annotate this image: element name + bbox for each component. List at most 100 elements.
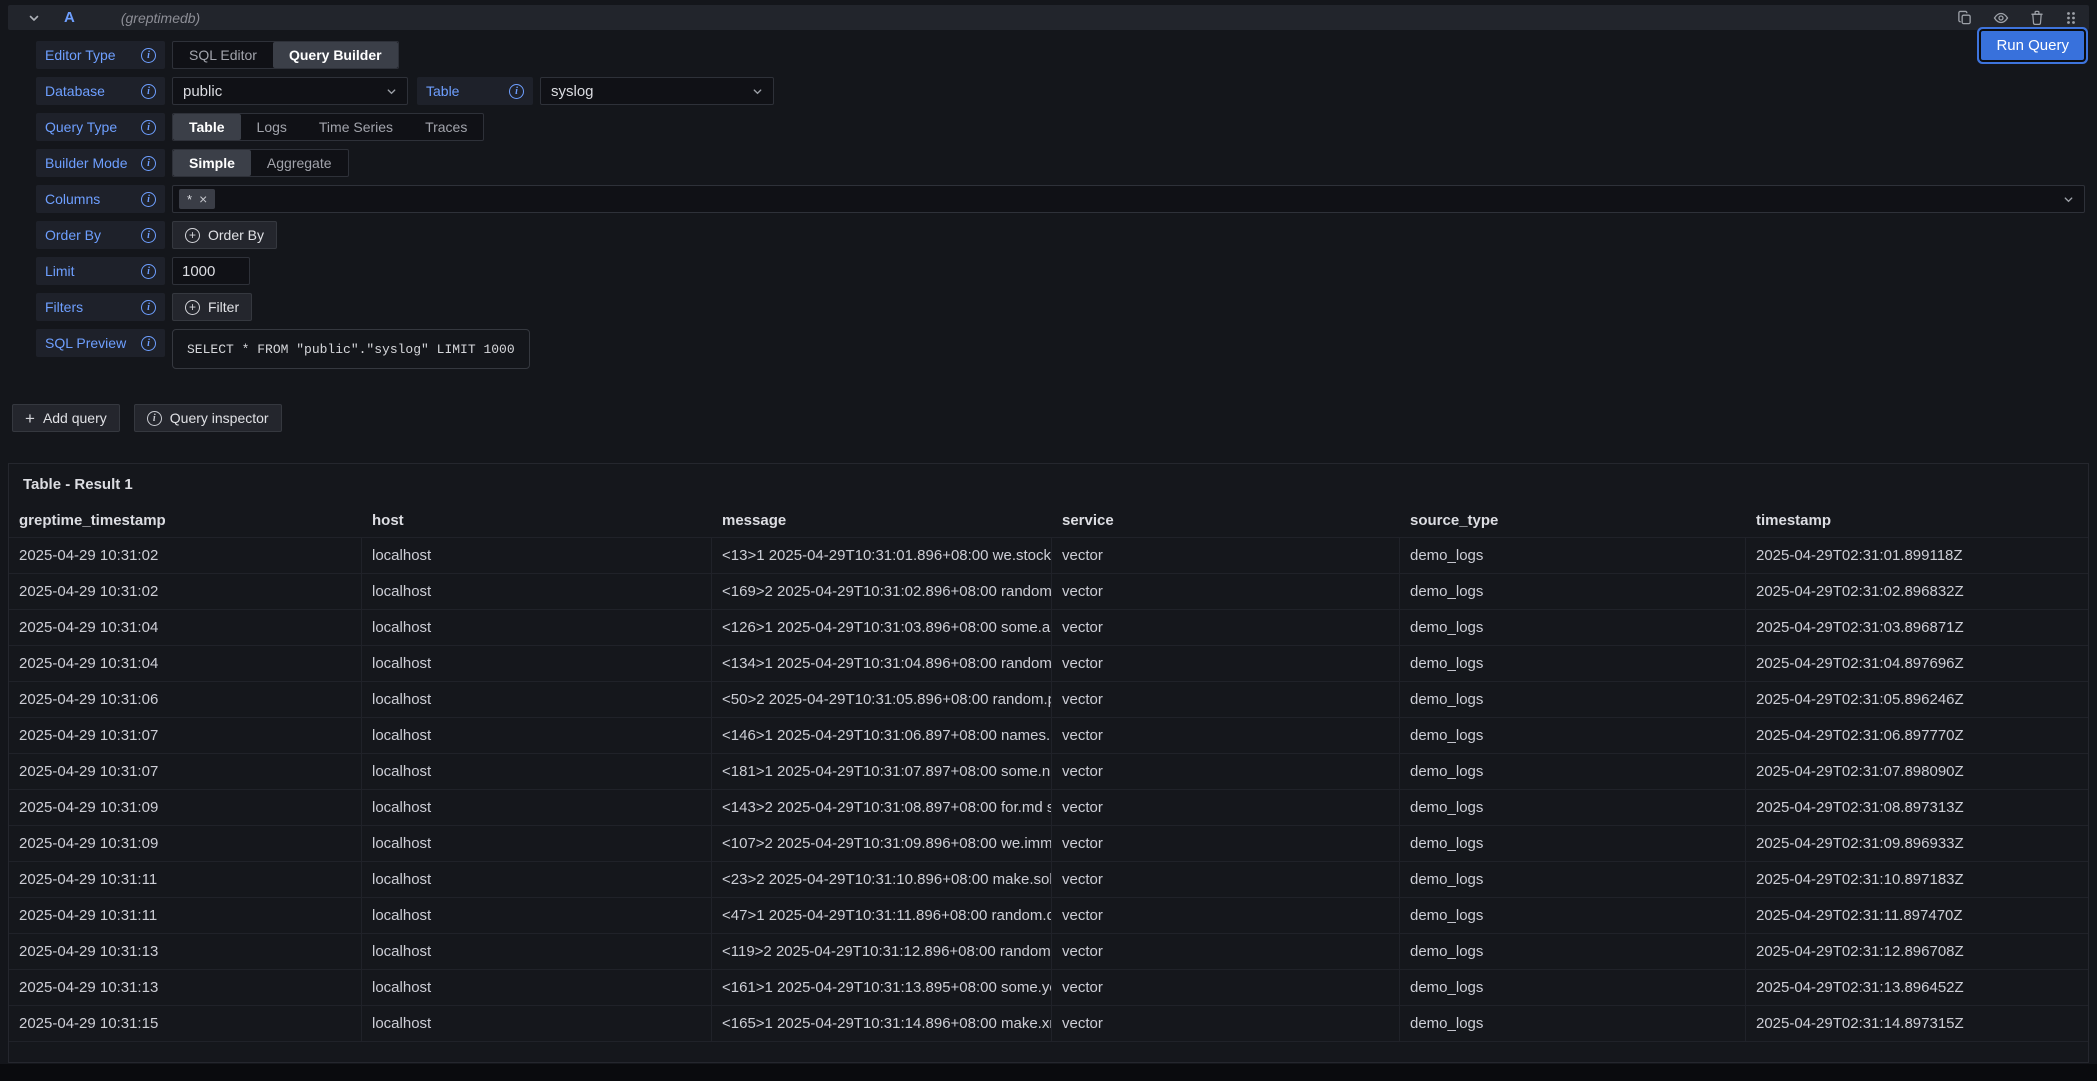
- table-row: 2025-04-29 10:31:15localhost<165>1 2025-…: [9, 1005, 2088, 1041]
- table-cell: 2025-04-29T02:31:03.896871Z: [1746, 609, 2088, 645]
- builder-mode-label: Builder Mode i: [36, 149, 165, 177]
- add-filter-button[interactable]: + Filter: [172, 293, 252, 321]
- table-cell: vector: [1052, 681, 1400, 717]
- table-cell: 2025-04-29 10:31:11: [9, 861, 362, 897]
- query-type-option-traces[interactable]: Traces: [409, 114, 483, 140]
- query-inspector-button[interactable]: i Query inspector: [134, 404, 282, 432]
- info-icon[interactable]: i: [141, 300, 156, 315]
- table-cell: 2025-04-29 10:31:13: [9, 969, 362, 1005]
- table-cell: 2025-04-29 10:31:13: [9, 933, 362, 969]
- info-icon[interactable]: i: [141, 264, 156, 279]
- database-select[interactable]: public: [172, 77, 408, 105]
- table-cell: vector: [1052, 609, 1400, 645]
- table-cell: 2025-04-29T02:31:09.896933Z: [1746, 825, 2088, 861]
- table-cell: localhost: [362, 897, 712, 933]
- table-cell: 2025-04-29 10:31:02: [9, 573, 362, 609]
- query-ref-id: A: [64, 9, 75, 26]
- table-cell: <13>1 2025-04-29T10:31:01.896+08:00 we.s…: [712, 537, 1052, 573]
- table-cell: demo_logs: [1400, 861, 1746, 897]
- drag-handle-icon[interactable]: [2065, 11, 2077, 25]
- table-row: 2025-04-29 10:31:04localhost<126>1 2025-…: [9, 609, 2088, 645]
- column-header-host[interactable]: host: [362, 505, 712, 537]
- table-cell: demo_logs: [1400, 933, 1746, 969]
- table-cell: demo_logs: [1400, 681, 1746, 717]
- builder-mode-option-simple[interactable]: Simple: [173, 150, 251, 176]
- order-by-label: Order By i: [36, 221, 165, 249]
- query-row-header[interactable]: A (greptimedb): [8, 5, 2089, 30]
- table-cell: <107>2 2025-04-29T10:31:09.896+08:00 we.…: [712, 825, 1052, 861]
- query-type-option-logs[interactable]: Logs: [241, 114, 303, 140]
- table-cell: <181>1 2025-04-29T10:31:07.897+08:00 som…: [712, 753, 1052, 789]
- table-cell: 2025-04-29T02:31:12.896708Z: [1746, 933, 2088, 969]
- column-chip: * ×: [179, 189, 215, 209]
- query-type-option-table[interactable]: Table: [173, 114, 241, 140]
- table-cell: demo_logs: [1400, 537, 1746, 573]
- table-cell: <23>2 2025-04-29T10:31:10.896+08:00 make…: [712, 861, 1052, 897]
- info-icon[interactable]: i: [141, 120, 156, 135]
- table-cell: vector: [1052, 753, 1400, 789]
- chevron-down-icon: [2063, 194, 2074, 205]
- column-header-greptime-timestamp[interactable]: greptime_timestamp: [9, 505, 362, 537]
- column-header-timestamp[interactable]: timestamp: [1746, 505, 2088, 537]
- table-cell: 2025-04-29T02:31:14.897315Z: [1746, 1005, 2088, 1041]
- table-cell: vector: [1052, 1005, 1400, 1041]
- table-cell: 2025-04-29 10:31:09: [9, 789, 362, 825]
- table-cell: 2025-04-29T02:31:11.897470Z: [1746, 897, 2088, 933]
- table-cell: demo_logs: [1400, 897, 1746, 933]
- filters-row: Filters i + Filter: [36, 293, 2085, 321]
- table-row: 2025-04-29 10:31:02localhost<169>2 2025-…: [9, 573, 2088, 609]
- table-select[interactable]: syslog: [540, 77, 774, 105]
- trash-icon[interactable]: [2030, 10, 2044, 25]
- info-icon[interactable]: i: [509, 84, 524, 99]
- table-cell: 2025-04-29T02:31:05.896246Z: [1746, 681, 2088, 717]
- add-query-button[interactable]: + Add query: [12, 404, 120, 432]
- database-row: Database i public Table i syslog: [36, 77, 2085, 105]
- table-cell: demo_logs: [1400, 753, 1746, 789]
- table-cell: vector: [1052, 573, 1400, 609]
- table-cell: 2025-04-29 10:31:07: [9, 753, 362, 789]
- table-cell: <146>1 2025-04-29T10:31:06.897+08:00 nam…: [712, 717, 1052, 753]
- table-cell: demo_logs: [1400, 969, 1746, 1005]
- table-cell: vector: [1052, 717, 1400, 753]
- builder-mode-option-aggregate[interactable]: Aggregate: [251, 150, 348, 176]
- table-cell: <134>1 2025-04-29T10:31:04.896+08:00 ran…: [712, 645, 1052, 681]
- table-cell: localhost: [362, 861, 712, 897]
- table-cell: localhost: [362, 681, 712, 717]
- database-label: Database i: [36, 77, 165, 105]
- columns-multiselect[interactable]: * ×: [172, 185, 2085, 213]
- table-row: 2025-04-29 10:31:07localhost<181>1 2025-…: [9, 753, 2088, 789]
- table-cell: <50>2 2025-04-29T10:31:05.896+08:00 rand…: [712, 681, 1052, 717]
- table-cell: localhost: [362, 717, 712, 753]
- info-icon[interactable]: i: [141, 228, 156, 243]
- limit-input[interactable]: [172, 257, 250, 285]
- table-cell: vector: [1052, 825, 1400, 861]
- hide-eye-icon[interactable]: [1993, 10, 2009, 26]
- sql-preview-label: SQL Preview i: [36, 329, 165, 357]
- table-cell: 2025-04-29 10:31:06: [9, 681, 362, 717]
- editor-type-option-sql-editor[interactable]: SQL Editor: [173, 42, 273, 68]
- add-order-by-button[interactable]: + Order By: [172, 221, 277, 249]
- info-icon[interactable]: i: [141, 48, 156, 63]
- duplicate-icon[interactable]: [1957, 10, 1972, 25]
- info-icon[interactable]: i: [141, 336, 156, 351]
- column-header-service[interactable]: service: [1052, 505, 1400, 537]
- editor-type-option-query-builder[interactable]: Query Builder: [273, 42, 398, 68]
- table-label: Table i: [417, 77, 533, 105]
- plus-icon: +: [25, 410, 35, 427]
- table-cell: localhost: [362, 789, 712, 825]
- result-table-panel: Table - Result 1 greptime_timestamp host…: [8, 463, 2089, 1063]
- info-icon[interactable]: i: [141, 192, 156, 207]
- collapse-chevron-icon[interactable]: [28, 12, 40, 24]
- table-cell: vector: [1052, 969, 1400, 1005]
- query-actions: + Add query i Query inspector: [12, 404, 282, 432]
- plus-circle-icon: +: [185, 228, 200, 243]
- query-type-option-time-series[interactable]: Time Series: [303, 114, 409, 140]
- table-row: 2025-04-29 10:31:07localhost<146>1 2025-…: [9, 717, 2088, 753]
- column-header-message[interactable]: message: [712, 505, 1052, 537]
- table-cell: 2025-04-29 10:31:07: [9, 717, 362, 753]
- info-icon[interactable]: i: [141, 84, 156, 99]
- remove-chip-icon[interactable]: ×: [199, 192, 207, 206]
- query-type-label: Query Type i: [36, 113, 165, 141]
- column-header-source-type[interactable]: source_type: [1400, 505, 1746, 537]
- info-icon[interactable]: i: [141, 156, 156, 171]
